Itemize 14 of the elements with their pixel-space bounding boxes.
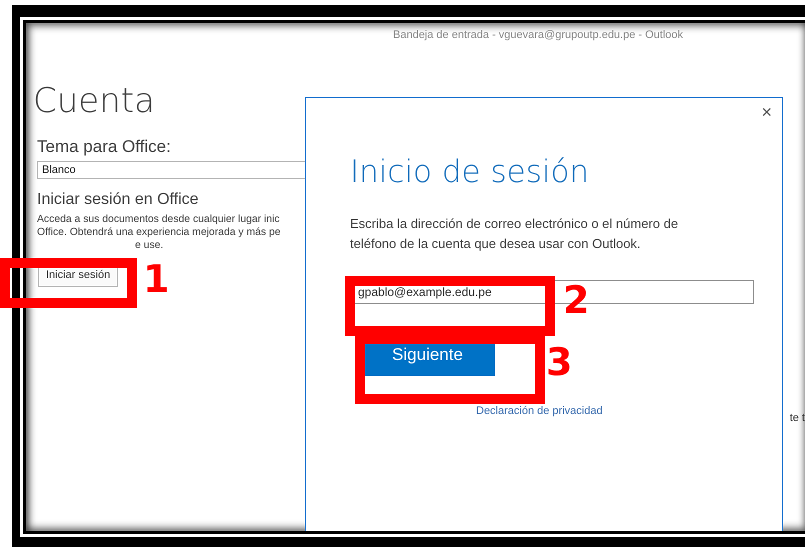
description-text: Office. Obtendrá una experiencia mejorada y más pe	[37, 226, 282, 239]
window-title: Bandeja de entrada - vguevara@grupoutp.edu.pe - Outlook	[393, 28, 684, 41]
page-heading: Cuenta	[33, 80, 156, 123]
clipped-text: te t	[790, 412, 805, 424]
theme-label: Tema para Office:	[37, 137, 172, 157]
dialog-title: Inicio de sesión	[350, 154, 590, 190]
description-text: e use.	[135, 239, 164, 252]
step-number: 1	[143, 260, 170, 298]
section-heading: Iniciar sesión en Office	[37, 191, 200, 209]
close-button[interactable]: ×	[761, 102, 772, 123]
privacy-link[interactable]: Declaración de privacidad	[476, 405, 603, 417]
description-text: Acceda a sus documentos desde cualquier lugar inic	[37, 213, 281, 226]
dialog-description: Escriba la dirección de correo electrónico o el número de teléfono de la cuenta que desea usar con Outlook.	[350, 215, 680, 253]
step-number: 3	[546, 343, 572, 381]
